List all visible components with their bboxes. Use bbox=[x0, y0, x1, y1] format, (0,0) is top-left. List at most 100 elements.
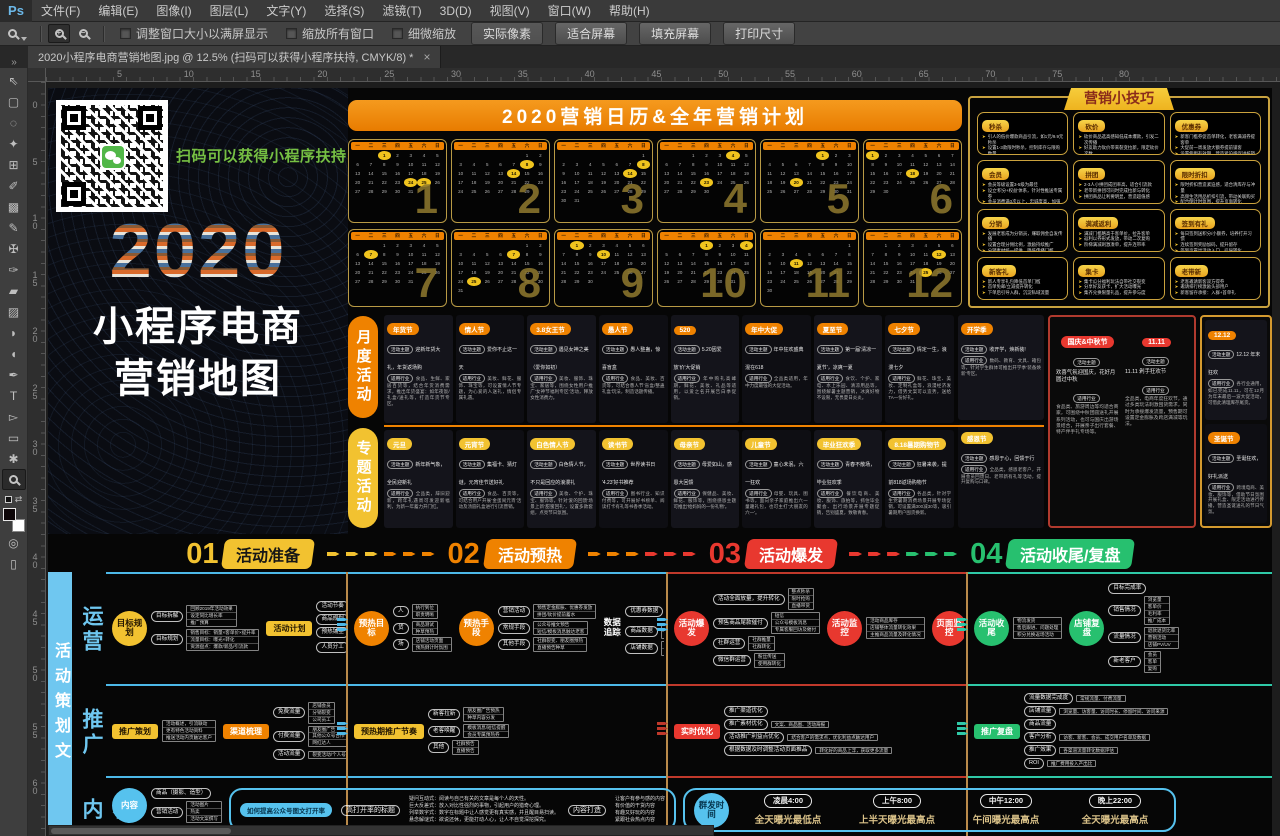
month-numeral: 4 bbox=[724, 178, 747, 220]
menu-item-窗口[interactable]: 窗口(W) bbox=[539, 0, 600, 22]
checkbox-label: 调整窗口大小以满屏显示 bbox=[136, 25, 268, 42]
zoom-tool[interactable] bbox=[2, 469, 26, 490]
dash-arrow-icon bbox=[337, 722, 348, 725]
month-numeral: 1 bbox=[415, 178, 438, 220]
scrollbar-thumb[interactable] bbox=[51, 828, 231, 834]
weekday: 三 bbox=[485, 233, 490, 239]
day-cell: 9 bbox=[391, 160, 404, 169]
branch-item: 加购/收藏 bbox=[662, 631, 664, 638]
day-cell: 2 bbox=[879, 151, 892, 160]
day-cell: 19 bbox=[481, 178, 494, 187]
screen-mode-icon[interactable]: ▯ bbox=[2, 553, 26, 574]
move-tool[interactable]: ⇖ bbox=[2, 70, 26, 91]
crop-tool[interactable]: ⊞ bbox=[2, 154, 26, 175]
option-checkbox[interactable]: 细微缩放 bbox=[392, 25, 456, 42]
gradient-tool[interactable]: ▨ bbox=[2, 301, 26, 322]
day-cell: 8 bbox=[816, 160, 829, 169]
path-selection-tool[interactable]: ▻ bbox=[2, 406, 26, 427]
menu-item-图层[interactable]: 图层(L) bbox=[201, 0, 258, 22]
branch-label: 新客拉新 bbox=[428, 709, 460, 720]
calendar-weekdays: 一二三四五六日 bbox=[454, 142, 547, 150]
color-swatches[interactable] bbox=[3, 508, 25, 532]
menu-item-滤镜[interactable]: 滤镜(T) bbox=[373, 0, 430, 22]
option-button-实际像素[interactable]: 实际像素 bbox=[471, 22, 543, 45]
document-tab[interactable]: 2020小程序电商营销地图.jpg @ 12.5% (扫码可以获得小程序扶持, … bbox=[28, 46, 441, 68]
day-cell: 28 bbox=[687, 277, 700, 286]
eraser-tool[interactable]: ▰ bbox=[2, 280, 26, 301]
branch-item: 使用群转化 bbox=[755, 660, 784, 667]
day-cell: 21 bbox=[557, 268, 570, 277]
empty-cell bbox=[351, 151, 364, 160]
option-button-打印尺寸[interactable]: 打印尺寸 bbox=[723, 22, 795, 45]
dash-arrow-icon bbox=[957, 732, 968, 735]
magic-wand-tool[interactable]: ✦ bbox=[2, 133, 26, 154]
zoom-out-button[interactable]: − bbox=[72, 24, 94, 43]
shape-tool[interactable]: ▭ bbox=[2, 427, 26, 448]
horizontal-scrollbar[interactable] bbox=[48, 825, 714, 836]
document-canvas[interactable]: 扫码可以获得小程序扶持 2020 小程序电商 营销地图 2020营销日历&全年营… bbox=[46, 82, 1280, 836]
lasso-tool[interactable]: ◌ bbox=[2, 112, 26, 133]
theme-row: 活动主题集福卡、猜灯谜，元宵佳节送好礼 bbox=[459, 453, 522, 489]
bullet-icon: ➤ bbox=[1078, 145, 1082, 155]
option-button-适合屏幕[interactable]: 适合屏幕 bbox=[555, 22, 627, 45]
zoom-in-button[interactable]: + bbox=[48, 24, 70, 43]
mindmap-node: 预热期推广节奏 bbox=[354, 724, 424, 739]
day-cell: 7 bbox=[364, 250, 377, 259]
tab-close-icon[interactable]: × bbox=[423, 50, 430, 64]
day-cell: 8 bbox=[520, 250, 533, 259]
option-button-填充屏幕[interactable]: 填充屏幕 bbox=[639, 22, 711, 45]
option-checkbox[interactable]: 调整窗口大小以满屏显示 bbox=[120, 25, 268, 42]
swap-colors-icon[interactable]: ⇄ bbox=[15, 494, 23, 505]
dodge-tool[interactable]: ◖ bbox=[2, 343, 26, 364]
type-tool[interactable]: T bbox=[2, 385, 26, 406]
zoom-tool-icon[interactable] bbox=[8, 29, 17, 38]
content-item: 有价值的干货内容 bbox=[615, 803, 665, 810]
activity-card-白色情人节: 白色情人节活动主题白色情人节，不只是回应的浪漫礼适用行业美妆、个护、珠宝、服饰等… bbox=[527, 430, 596, 528]
menu-item-帮助[interactable]: 帮助(H) bbox=[600, 0, 659, 22]
hand-tool[interactable]: ✱ bbox=[2, 448, 26, 469]
branch-items: 退款退货比率营销活动店铺PV/UV bbox=[1144, 627, 1180, 649]
industry-chip: 适用行业 bbox=[1208, 483, 1234, 492]
menu-item-选择[interactable]: 选择(S) bbox=[315, 0, 373, 22]
tip-line: ➤砍价商品选高感知低成本爆款，引发二次传播 bbox=[1078, 134, 1159, 145]
day-cell: 27 bbox=[673, 277, 686, 286]
weekday: 一 bbox=[561, 233, 566, 239]
rectangular-marquee-tool[interactable]: ▢ bbox=[2, 91, 26, 112]
menu-item-编辑[interactable]: 编辑(E) bbox=[89, 0, 147, 22]
menu-item-图像[interactable]: 图像(I) bbox=[147, 0, 200, 22]
tool-preset-caret-icon[interactable] bbox=[21, 37, 27, 41]
branch-item: 模板消息/短信提醒 bbox=[464, 725, 508, 731]
bullet-icon: ➤ bbox=[1175, 231, 1179, 242]
calendar-month-12: 一二三四五六日123456789101112131415161718192021… bbox=[863, 229, 962, 307]
weekday: 一 bbox=[561, 143, 566, 149]
checkbox-box[interactable] bbox=[392, 28, 403, 39]
clone-stamp-tool[interactable]: ✠ bbox=[2, 238, 26, 259]
quick-mask-icon[interactable]: ◎ bbox=[2, 532, 26, 553]
blur-tool[interactable]: ◗ bbox=[2, 322, 26, 343]
menu-item-视图[interactable]: 视图(V) bbox=[481, 0, 539, 22]
default-swatches-icon[interactable]: ⇄ bbox=[5, 494, 23, 505]
menu-item-文件[interactable]: 文件(F) bbox=[32, 0, 89, 22]
menu-item-3D[interactable]: 3D(D) bbox=[431, 0, 481, 22]
stage-label-text: 活动收尾/复盘 bbox=[1020, 542, 1120, 566]
checkbox-box[interactable] bbox=[286, 28, 297, 39]
mindmap-group: 活动监控活动商品库存店铺整体流量转化效果主推商品流量及转化情况 bbox=[827, 611, 925, 646]
pen-tool[interactable]: ✒ bbox=[2, 364, 26, 385]
day-cell: 14 bbox=[673, 169, 686, 178]
foreground-color[interactable] bbox=[3, 508, 16, 521]
history-brush-tool[interactable]: ✑ bbox=[2, 259, 26, 280]
branch-item: 短信/模板消息触达老客 bbox=[534, 628, 587, 635]
day-cell: 12 bbox=[776, 169, 789, 178]
checkbox-box[interactable] bbox=[120, 28, 131, 39]
brush-tool[interactable]: ✎ bbox=[2, 217, 26, 238]
panel-collapse-icon[interactable]: » bbox=[0, 57, 28, 68]
option-checkbox[interactable]: 缩放所有窗口 bbox=[286, 25, 374, 42]
tip-label: 会员 bbox=[982, 168, 1009, 180]
ps-logo[interactable]: Ps bbox=[0, 0, 32, 22]
menu-item-文字[interactable]: 文字(Y) bbox=[257, 0, 315, 22]
theme-chip: 活动主题 bbox=[459, 345, 485, 354]
healing-brush-tool[interactable]: ▩ bbox=[2, 196, 26, 217]
day-cell: 25 bbox=[790, 277, 803, 286]
eyedropper-tool[interactable]: ✐ bbox=[2, 175, 26, 196]
mindmap-group: 活动计划活动节奏预售期/预热期/爆发期商品规划选品/定价/库存/赠品预热铺垫营销… bbox=[266, 601, 346, 655]
